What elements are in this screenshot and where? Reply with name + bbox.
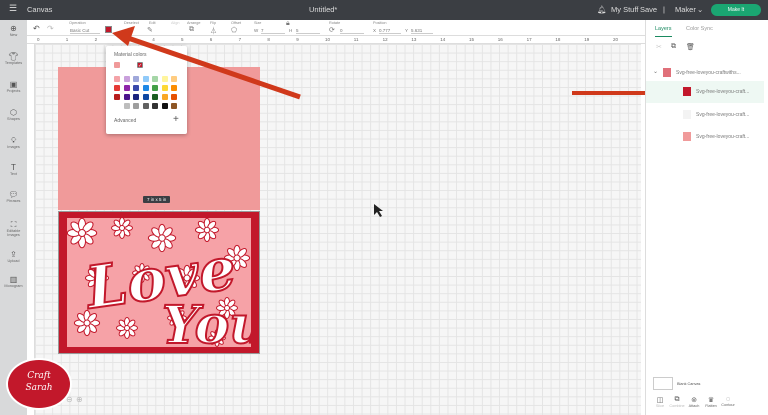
arrowhead-icon (112, 26, 135, 46)
layer-item[interactable]: Svg-free-loveyou-craft... (646, 104, 764, 126)
layer-name: Svg-free-loveyou-craftwiths... (676, 70, 741, 76)
tab-color-sync[interactable]: Color Sync (686, 26, 713, 32)
blank-canvas-label: Blank Canvas (677, 382, 701, 386)
layer-thumbnail (683, 110, 691, 119)
slice-icon: ◫ (656, 397, 664, 404)
combine-button[interactable]: ⧉ Combine (669, 396, 685, 408)
flatten-button[interactable]: ♛ Flatten (703, 396, 719, 408)
layer-name: Svg-free-loveyou-craft... (696, 112, 750, 118)
arrow-to-color-swatch (127, 35, 301, 100)
layer-item[interactable]: Svg-free-loveyou-craft... (646, 81, 764, 103)
tool-label: Slice (655, 404, 665, 408)
tool-label: Attach (688, 404, 700, 408)
layer-name: Svg-free-loveyou-craft... (696, 89, 750, 95)
combine-icon: ⧉ (674, 396, 680, 403)
tool-label: Combine (669, 404, 685, 408)
contour-icon: ◌ (725, 396, 731, 403)
layer-thumbnail (663, 68, 671, 77)
craft-with-sarah-logo: Craft Sarah (6, 358, 72, 410)
attach-icon: ⊚ (691, 397, 697, 404)
slice-button[interactable]: ◫ Slice (652, 396, 668, 408)
blank-canvas-thumbnail[interactable] (653, 377, 673, 390)
layer-name: Svg-free-loveyou-craft... (696, 134, 750, 140)
tool-label: Flatten (705, 404, 717, 408)
trash-icon[interactable]: 🗑︎ (686, 43, 695, 51)
attach-button[interactable]: ⊚ Attach (686, 396, 702, 408)
duplicate-icon[interactable]: ⧉ (671, 43, 676, 51)
ungroup-icon[interactable]: ✂ (656, 43, 662, 51)
zoom-in-icon[interactable]: ⊕ (76, 395, 83, 404)
mouse-cursor-icon (374, 204, 383, 217)
tab-layers[interactable]: Layers (655, 26, 672, 37)
contour-button[interactable]: ◌ Contour (720, 396, 736, 407)
layer-item[interactable]: Svg-free-loveyou-craft... (646, 126, 764, 148)
tool-label: Contour (721, 403, 735, 407)
layer-thumbnail (683, 132, 691, 141)
flatten-icon: ♛ (707, 397, 715, 404)
layers-panel: Layers Color Sync ✂ ⧉ 🗑︎ ⌄ Svg-free-lovey… (645, 20, 768, 415)
chevron-down-icon[interactable]: ⌄ (653, 68, 658, 75)
zoom-out-icon[interactable]: ⊖ (66, 395, 73, 404)
layer-thumbnail (683, 87, 691, 96)
